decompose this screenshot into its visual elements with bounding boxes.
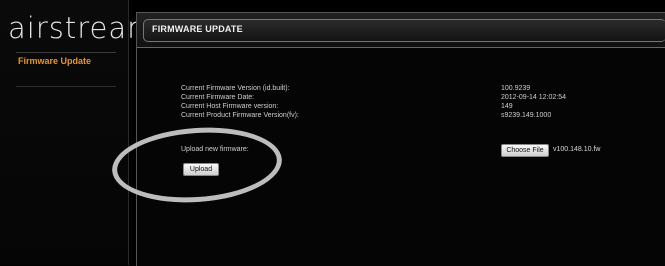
main-panel: FIRMWARE UPDATE Current Firmware Version… [136, 12, 665, 266]
choose-file-button[interactable]: Choose File [501, 144, 549, 157]
info-value: 100.9239 [501, 85, 531, 92]
panel-header-bar: FIRMWARE UPDATE [143, 19, 665, 42]
info-label: Current Firmware Version (id.built): [181, 85, 290, 92]
panel-header: FIRMWARE UPDATE [137, 13, 665, 48]
sidebar-item-firmware-update[interactable]: Firmware Update [18, 56, 91, 66]
info-label: Current Product Firmware Version(fv): [181, 112, 299, 119]
divider [16, 86, 116, 87]
sidebar: airstream Firmware Update [0, 0, 155, 265]
upload-label: Upload new firmware: [181, 146, 249, 153]
airstream-logo: airstream [8, 11, 157, 45]
info-value: 2012-09-14 12:02:54 [501, 94, 566, 101]
info-value: s9239.149.1000 [501, 112, 552, 119]
page-title: FIRMWARE UPDATE [152, 24, 243, 34]
info-label: Current Host Firmware version: [181, 103, 279, 110]
divider [16, 52, 116, 53]
info-label: Current Firmware Date: [181, 94, 255, 101]
info-value: 149 [501, 103, 513, 110]
upload-button[interactable]: Upload [183, 163, 219, 176]
selected-file-name: v100.148.10.fw [553, 146, 601, 153]
